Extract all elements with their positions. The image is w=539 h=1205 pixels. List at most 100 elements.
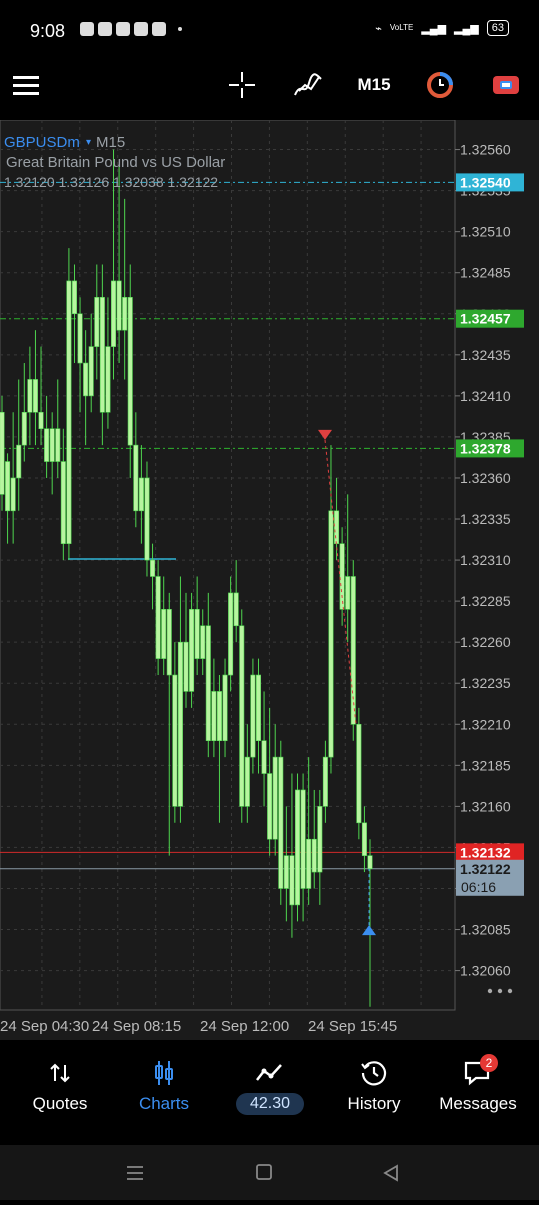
indicators-icon <box>294 73 322 96</box>
symbol-dropdown-icon[interactable]: ▾ <box>86 137 91 148</box>
candle <box>116 165 122 364</box>
price-badge-label: 1.32132 <box>460 844 511 860</box>
candle-body <box>16 444 22 479</box>
y-tick-label: 1.32510 <box>460 224 511 240</box>
trade-toggle-button[interactable] <box>490 62 522 108</box>
system-navigation-bar <box>0 1145 539 1200</box>
nav-charts[interactable]: Charts <box>110 1040 218 1145</box>
nav-messages-label: Messages <box>439 1094 517 1113</box>
candle <box>211 658 217 758</box>
messages-badge: 2 <box>480 1054 498 1072</box>
y-tick-label: 1.32185 <box>460 757 511 773</box>
hamburger-icon <box>13 76 39 95</box>
x-tick-label: 24 Sep 12:00 <box>200 1018 289 1035</box>
candle-body <box>155 576 161 659</box>
candle-body <box>177 641 183 807</box>
candle <box>77 297 83 413</box>
candle <box>133 412 139 528</box>
youtube-icon-2 <box>152 22 166 36</box>
crosshair-button[interactable] <box>226 62 258 108</box>
candle <box>127 264 133 478</box>
nav-quotes[interactable]: Quotes <box>6 1040 114 1145</box>
candle <box>367 839 373 1007</box>
candle <box>155 560 161 676</box>
candle <box>289 773 295 938</box>
price-badge-label: 1.32378 <box>460 440 511 456</box>
trade-balance-pill[interactable]: 42.30 <box>236 1093 304 1115</box>
symbol-label[interactable]: GBPUSDm <box>4 134 80 151</box>
crosshair-icon <box>229 72 255 98</box>
clock-toggle-icon <box>427 72 453 98</box>
candle-body <box>239 625 245 807</box>
y-tick-label: 1.32235 <box>460 675 511 691</box>
candle <box>222 658 228 758</box>
recent-apps-button[interactable] <box>127 1166 143 1180</box>
candle-body <box>49 428 55 462</box>
candle-body <box>83 362 89 397</box>
nav-messages[interactable]: Messages <box>424 1040 532 1145</box>
candle-body <box>94 297 100 347</box>
candle-body <box>172 674 178 807</box>
candle <box>94 264 100 380</box>
candles <box>0 149 373 1007</box>
candle-body <box>133 444 139 512</box>
candle-body <box>328 510 334 758</box>
candle-body <box>334 510 340 544</box>
timeframe-button[interactable]: M15 <box>350 62 398 108</box>
wifi-icon: ⌁ <box>375 22 382 35</box>
candle-body <box>295 789 301 906</box>
candle <box>105 297 111 429</box>
candle <box>255 658 261 774</box>
volte-label: VoLTE <box>389 23 414 32</box>
candle-body <box>255 674 261 742</box>
sell-arrow-icon[interactable] <box>318 429 332 440</box>
back-button[interactable] <box>383 1164 398 1182</box>
buy-arrow-icon[interactable] <box>362 925 376 936</box>
whatsapp-icon <box>80 22 94 36</box>
candle-body <box>289 855 295 906</box>
menu-button[interactable] <box>10 62 42 108</box>
candle <box>300 773 306 922</box>
candle <box>272 724 278 856</box>
candle-body <box>306 838 312 889</box>
candle <box>339 527 345 626</box>
candle <box>295 773 301 922</box>
trade-markers <box>318 429 376 936</box>
chart-more-icon[interactable] <box>487 988 513 994</box>
candle <box>356 707 362 840</box>
countdown-label: 06:16 <box>461 879 496 895</box>
candle <box>278 740 284 905</box>
grid <box>0 120 455 1010</box>
candle <box>144 461 150 577</box>
y-tick-label: 1.32360 <box>460 470 511 486</box>
instagram-icon <box>98 22 112 36</box>
candle-body <box>5 461 11 512</box>
candle-body <box>0 411 5 495</box>
candle-body <box>345 576 351 610</box>
x-tick-label: 24 Sep 04:30 <box>0 1018 89 1035</box>
candle-body <box>111 280 117 347</box>
candle <box>250 658 256 774</box>
candle <box>261 691 267 807</box>
y-tick-label: 1.32085 <box>460 922 511 938</box>
x-tick-label: 24 Sep 08:15 <box>92 1018 181 1035</box>
candle-body <box>300 789 306 889</box>
trade-toggle-icon <box>493 76 519 94</box>
price-badge-label: 1.32122 <box>460 861 511 877</box>
y-tick-label: 1.32160 <box>460 798 511 814</box>
chart-area[interactable]: 1.325601.325351.325101.324851.324601.324… <box>0 119 539 1040</box>
candle-body <box>356 723 362 824</box>
one-click-trading-button[interactable] <box>424 62 456 108</box>
home-button[interactable] <box>256 1164 272 1180</box>
candle-body <box>194 609 200 659</box>
indicators-button[interactable] <box>290 62 326 108</box>
y-tick-label: 1.32410 <box>460 388 511 404</box>
y-tick-label: 1.32560 <box>460 142 511 158</box>
candle-body <box>60 461 66 544</box>
candle-body <box>350 576 356 725</box>
price-chart[interactable]: 1.325601.325351.325101.324851.324601.324… <box>0 119 539 1040</box>
x-axis: 24 Sep 04:30 24 Sep 08:15 24 Sep 12:00 24 S… <box>0 1018 397 1035</box>
candle-body <box>361 822 367 856</box>
nav-history[interactable]: History <box>320 1040 428 1145</box>
candle <box>361 806 367 873</box>
